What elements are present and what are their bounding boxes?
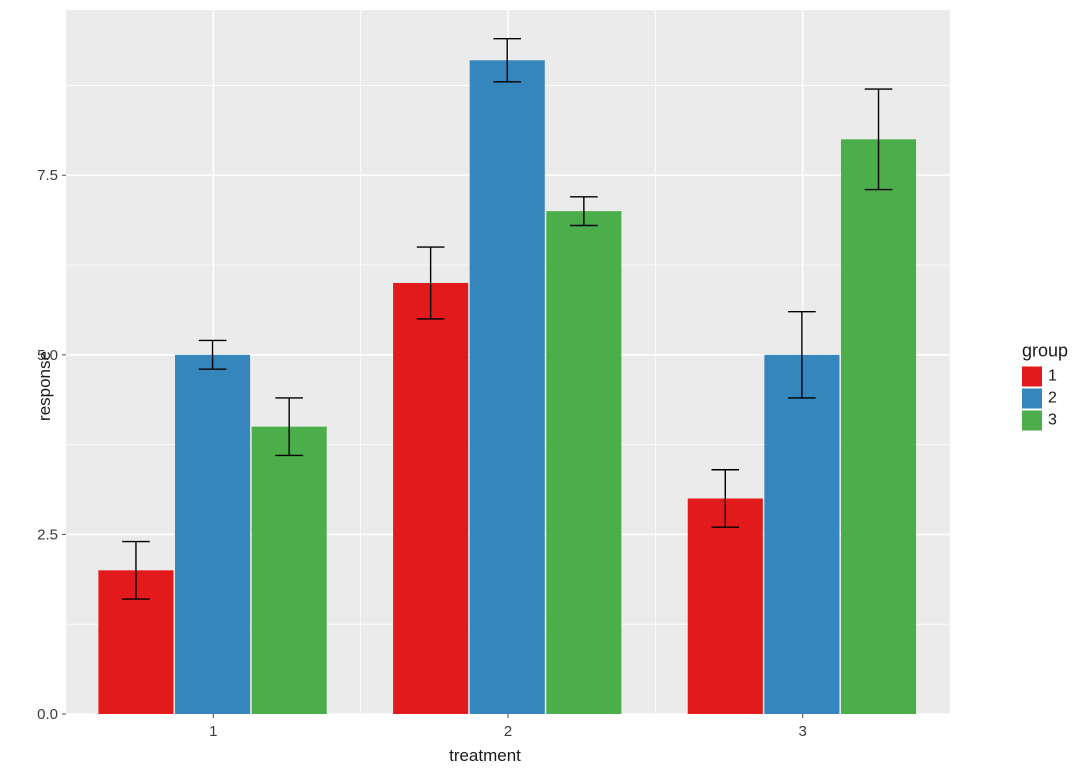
legend: group 123 xyxy=(1022,341,1068,432)
legend-item: 1 xyxy=(1022,366,1068,388)
y-axis-title: response xyxy=(35,351,55,421)
legend-label: 2 xyxy=(1048,388,1057,410)
bar xyxy=(688,498,763,714)
legend-title: group xyxy=(1022,341,1068,362)
legend-item: 2 xyxy=(1022,388,1068,410)
bar xyxy=(175,355,250,714)
x-axis-title: treatment xyxy=(0,746,970,766)
chart-svg: 0.02.55.07.5123 xyxy=(0,0,1080,772)
y-tick-label: 7.5 xyxy=(37,167,58,184)
legend-swatch xyxy=(1022,411,1042,431)
bar xyxy=(764,355,839,714)
bar xyxy=(546,211,621,714)
x-tick-label: 2 xyxy=(504,723,512,740)
bar xyxy=(841,139,916,714)
legend-label: 1 xyxy=(1048,366,1057,388)
legend-label: 3 xyxy=(1048,410,1057,432)
y-tick-label: 0.0 xyxy=(37,706,58,723)
legend-swatch xyxy=(1022,389,1042,409)
bar xyxy=(393,283,468,714)
x-tick-label: 1 xyxy=(209,723,217,740)
y-tick-label: 2.5 xyxy=(37,526,58,543)
legend-swatch xyxy=(1022,367,1042,387)
bar xyxy=(470,60,545,714)
bar xyxy=(252,427,327,714)
x-tick-label: 3 xyxy=(798,723,806,740)
legend-item: 3 xyxy=(1022,410,1068,432)
chart-container: 0.02.55.07.5123 group 123 response treat… xyxy=(0,0,1080,772)
